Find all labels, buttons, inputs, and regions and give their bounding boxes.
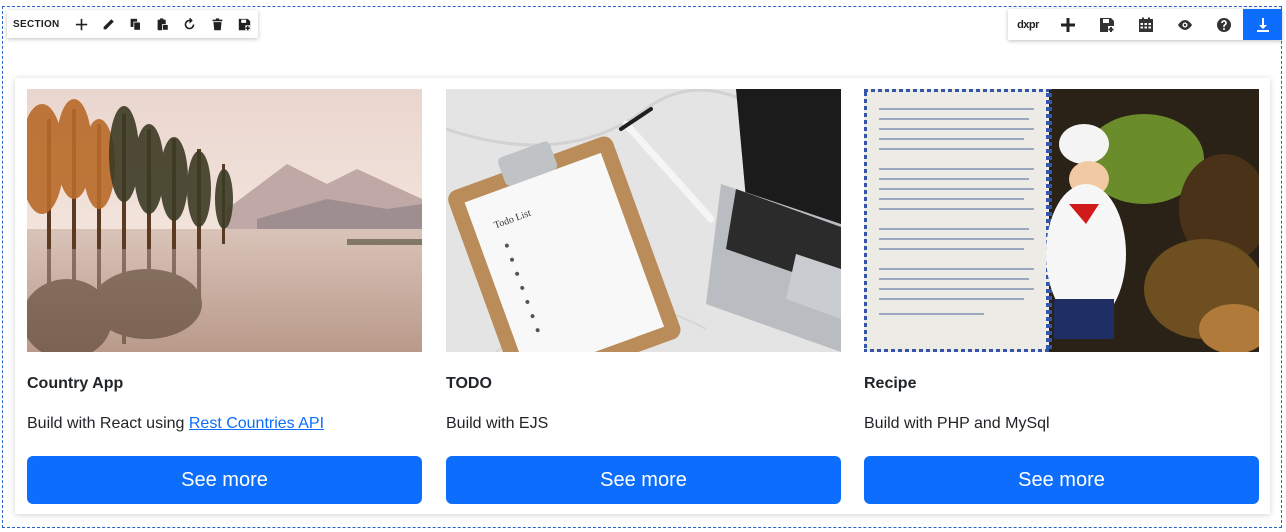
main-toolbar: dxpr xyxy=(1008,9,1282,40)
section-label: SECTION xyxy=(13,18,60,30)
card-image-clipboard: Todo List xyxy=(446,89,841,352)
brand-logo: dxpr xyxy=(1017,18,1039,31)
paste-icon[interactable] xyxy=(149,10,176,38)
pencil-icon[interactable] xyxy=(95,10,122,38)
card-title: Country App xyxy=(27,375,124,392)
card-country-app: Country App Build with React using Rest … xyxy=(27,78,422,514)
card-recipe: Recipe Build with PHP and MySql See more xyxy=(864,78,1259,514)
trash-icon[interactable] xyxy=(204,10,231,38)
see-more-button[interactable]: See more xyxy=(446,456,841,504)
see-more-button[interactable]: See more xyxy=(27,456,422,504)
plus-icon[interactable] xyxy=(1048,9,1087,40)
see-more-button[interactable]: See more xyxy=(864,456,1259,504)
calendar-icon[interactable] xyxy=(1126,9,1165,40)
copy-icon[interactable] xyxy=(122,10,149,38)
card-text: Build with EJS xyxy=(446,415,549,432)
card-image-lake xyxy=(27,89,422,352)
rest-countries-api-link[interactable]: Rest Countries API xyxy=(189,415,324,432)
eye-icon[interactable] xyxy=(1165,9,1204,40)
card-text: Build with PHP and MySql xyxy=(864,415,1050,432)
section-toolbar: SECTION xyxy=(7,10,258,38)
card-todo: Todo List TODO Build with EJS See more xyxy=(446,78,841,514)
download-icon[interactable] xyxy=(1243,9,1282,40)
save-icon[interactable] xyxy=(231,10,258,38)
save-icon[interactable] xyxy=(1087,9,1126,40)
card-image-chef xyxy=(864,89,1259,352)
card-title: Recipe xyxy=(864,375,917,392)
card-row: Country App Build with React using Rest … xyxy=(15,78,1270,514)
help-icon[interactable] xyxy=(1204,9,1243,40)
plus-icon[interactable] xyxy=(68,10,95,38)
card-title: TODO xyxy=(446,375,492,392)
card-text: Build with React using Rest Countries AP… xyxy=(27,415,325,432)
refresh-icon[interactable] xyxy=(176,10,203,38)
